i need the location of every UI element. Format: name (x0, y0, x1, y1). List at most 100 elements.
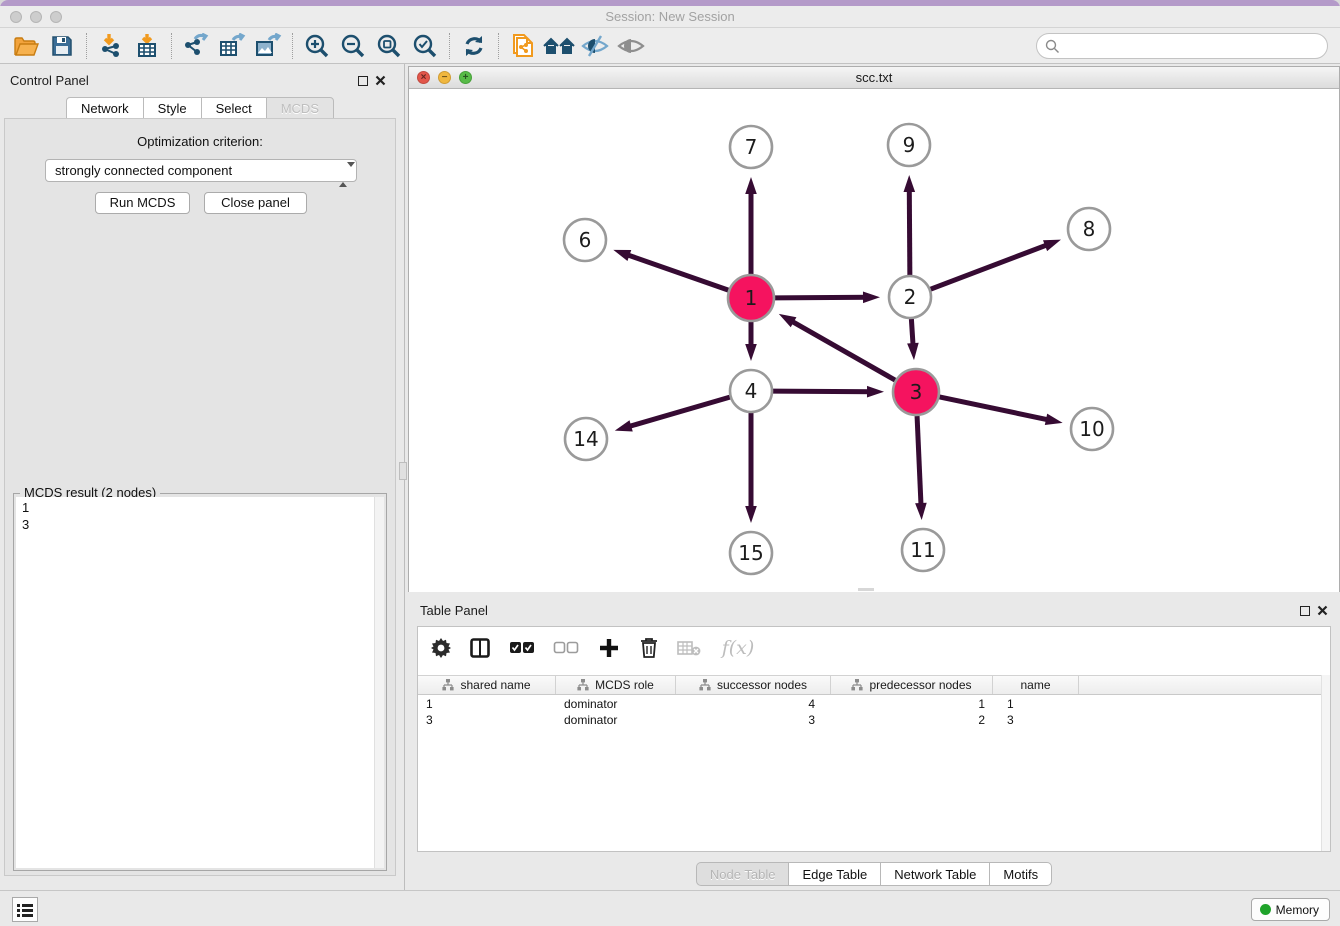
memory-button[interactable]: Memory (1251, 898, 1330, 921)
network-window-titlebar[interactable]: × − + scc.txt (409, 67, 1339, 89)
float-table-panel-icon[interactable] (1300, 606, 1310, 616)
svg-text:14: 14 (573, 427, 598, 451)
graph-node-4[interactable]: 4 (730, 370, 772, 412)
float-panel-icon[interactable] (358, 76, 368, 86)
export-network-icon[interactable] (178, 31, 214, 61)
add-column-icon[interactable] (596, 633, 622, 663)
tab-network-table[interactable]: Network Table (880, 862, 989, 886)
table-cell[interactable]: 4 (676, 696, 831, 712)
criterion-select[interactable]: strongly connected component (45, 159, 357, 182)
control-panel-tabs: Network Style Select MCDS (0, 97, 400, 119)
table-cell[interactable]: 3 (676, 712, 831, 728)
export-image-icon[interactable] (250, 31, 286, 61)
edge-4-14[interactable] (624, 397, 729, 428)
toolbar-separator (449, 33, 450, 59)
graph-node-6[interactable]: 6 (564, 219, 606, 261)
edge-1-6[interactable] (623, 253, 729, 290)
table-cell[interactable]: 1 (831, 696, 993, 712)
duplicate-network-icon[interactable] (505, 31, 541, 61)
close-table-panel-icon[interactable] (1317, 605, 1328, 616)
edge-2-8[interactable] (931, 243, 1052, 289)
table-settings-gear-icon[interactable] (430, 633, 452, 663)
graph-node-14[interactable]: 14 (565, 418, 607, 460)
export-table-icon[interactable] (214, 31, 250, 61)
toggle-column-view-icon[interactable] (468, 633, 492, 663)
graph-node-2[interactable]: 2 (889, 276, 931, 318)
column-header-name[interactable]: name (993, 676, 1079, 694)
edge-arrowhead-2-3 (907, 343, 919, 360)
table-cell[interactable]: 1 (418, 696, 556, 712)
zoom-in-icon[interactable] (299, 31, 335, 61)
table-cell[interactable]: 3 (418, 712, 556, 728)
deselect-all-rows-icon[interactable] (552, 633, 580, 663)
edge-arrowhead-1-4 (745, 344, 757, 361)
edge-3-11[interactable] (917, 416, 921, 510)
save-session-icon[interactable] (44, 31, 80, 61)
graph-node-1[interactable]: 1 (728, 275, 774, 321)
edge-1-2[interactable] (775, 297, 870, 298)
column-header-MCDS-role[interactable]: MCDS role (556, 676, 676, 694)
delete-table-icon (676, 633, 702, 663)
graph-node-7[interactable]: 7 (730, 126, 772, 168)
open-session-icon[interactable] (8, 31, 44, 61)
tab-motifs[interactable]: Motifs (989, 862, 1052, 886)
tab-network[interactable]: Network (66, 97, 143, 119)
graph-node-3[interactable]: 3 (893, 369, 939, 415)
network-graph-canvas[interactable]: 1 2 3 4 6 7 8 9 10 11 14 15 (409, 89, 1339, 592)
column-header-predecessor-nodes[interactable]: predecessor nodes (831, 676, 993, 694)
table-cell[interactable]: 3 (993, 712, 1079, 728)
refresh-icon[interactable] (456, 31, 492, 61)
show-graphics-details-icon[interactable] (613, 31, 649, 61)
hierarchy-home-icon[interactable] (541, 31, 577, 61)
tab-mcds[interactable]: MCDS (266, 97, 334, 119)
table-cell[interactable]: dominator (556, 696, 676, 712)
edge-2-9[interactable] (909, 185, 910, 275)
import-network-icon[interactable] (93, 31, 129, 61)
horizontal-splitter-grip[interactable] (858, 588, 874, 591)
mcds-result-scrollbar[interactable] (374, 497, 384, 868)
vertical-splitter-grip[interactable] (399, 462, 407, 480)
mcds-result-group: MCDS result (2 nodes) 1 3 (13, 493, 387, 871)
tab-select[interactable]: Select (201, 97, 266, 119)
mcds-result-text[interactable]: 1 3 (16, 497, 384, 868)
graph-node-15[interactable]: 15 (730, 532, 772, 574)
graph-node-10[interactable]: 10 (1071, 408, 1113, 450)
graph-node-11[interactable]: 11 (902, 529, 944, 571)
table-row[interactable]: 1dominator411 (418, 696, 1330, 712)
table-rows: 1dominator4113dominator323 (418, 696, 1330, 728)
column-header-shared-name[interactable]: shared name (418, 676, 556, 694)
graph-node-9[interactable]: 9 (888, 124, 930, 166)
search-input[interactable] (1060, 36, 1327, 56)
column-header-successor-nodes[interactable]: successor nodes (676, 676, 831, 694)
run-mcds-button[interactable]: Run MCDS (95, 192, 190, 214)
close-panel-button[interactable]: Close panel (204, 192, 307, 214)
zoom-fit-icon[interactable] (371, 31, 407, 61)
table-scrollbar[interactable] (1321, 675, 1330, 851)
table-tabs: Node Table Edge Table Network Table Moti… (408, 862, 1340, 886)
edge-3-10[interactable] (939, 397, 1052, 421)
zoom-out-icon[interactable] (335, 31, 371, 61)
graph-node-8[interactable]: 8 (1068, 208, 1110, 250)
table-cell[interactable]: 2 (831, 712, 993, 728)
search-field[interactable] (1036, 33, 1328, 59)
delete-columns-icon[interactable] (638, 633, 660, 663)
tab-node-table[interactable]: Node Table (696, 862, 789, 886)
zoom-selected-icon[interactable] (407, 31, 443, 61)
task-history-button[interactable] (12, 897, 38, 922)
table-row[interactable]: 3dominator323 (418, 712, 1330, 728)
edge-arrowhead-2-9 (904, 175, 916, 192)
hide-graphics-details-icon[interactable] (577, 31, 613, 61)
select-all-rows-icon[interactable] (508, 633, 536, 663)
tab-style[interactable]: Style (143, 97, 201, 119)
table-cell[interactable]: 1 (993, 696, 1079, 712)
edge-4-3[interactable] (773, 391, 874, 392)
function-builder-icon: f(x) (718, 633, 758, 663)
attribute-tree-icon (851, 679, 863, 691)
edge-3-1[interactable] (787, 319, 895, 380)
table-header-row[interactable]: shared nameMCDS rolesuccessor nodesprede… (418, 675, 1330, 695)
tab-edge-table[interactable]: Edge Table (788, 862, 880, 886)
attribute-tree-icon (577, 679, 589, 691)
import-table-icon[interactable] (129, 31, 165, 61)
table-cell[interactable]: dominator (556, 712, 676, 728)
close-panel-icon[interactable] (375, 75, 386, 86)
